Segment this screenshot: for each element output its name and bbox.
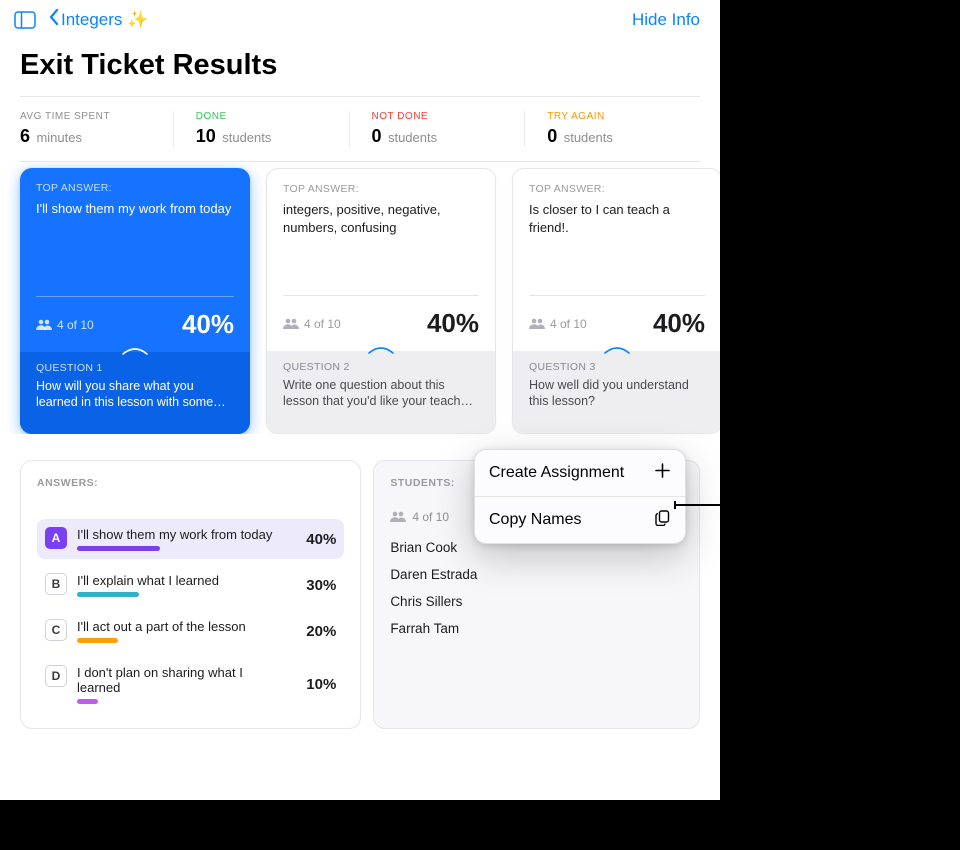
top-answer-text: I'll show them my work from today (36, 200, 234, 218)
answer-letter: C (45, 619, 67, 641)
people-icon (529, 318, 545, 329)
stat-unit: students (222, 130, 271, 145)
question-text: How will you share what you learned in t… (36, 378, 234, 411)
stat-value: 6 (20, 126, 30, 146)
answers-list: A I'll show them my work from today 40% … (37, 519, 344, 712)
stat-unit: students (388, 130, 437, 145)
answers-panel: ANSWERS: A I'll show them my work from t… (20, 460, 361, 729)
stat-item: AVG TIME SPENT 6 minutes (20, 111, 174, 147)
question-number: QUESTION 3 (529, 361, 705, 373)
answer-text: I'll show them my work from today (77, 527, 284, 542)
answer-bar (77, 546, 160, 551)
stat-value: 10 (196, 126, 216, 146)
answer-pct: 20% (294, 623, 336, 640)
stat-label: AVG TIME SPENT (20, 111, 151, 122)
top-answer-text: integers, positive, negative, numbers, c… (283, 201, 479, 236)
student-item[interactable]: Daren Estrada (390, 567, 683, 582)
chevron-up-icon (367, 345, 395, 355)
question-card[interactable]: TOP ANSWER: I'll show them my work from … (20, 168, 250, 434)
question-text: Write one question about this lesson tha… (283, 377, 479, 410)
students-list: Brian CookDaren EstradaChris SillersFarr… (390, 540, 683, 636)
answer-row[interactable]: D I don't plan on sharing what I learned… (37, 657, 344, 712)
back-label: Integers ✨ (61, 10, 148, 30)
student-item[interactable]: Chris Sillers (390, 594, 683, 609)
back-link[interactable]: Integers ✨ (48, 8, 148, 31)
menu-copy-names[interactable]: Copy Names (475, 496, 685, 543)
student-item[interactable]: Farrah Tam (390, 621, 683, 636)
answer-bar (77, 592, 139, 597)
top-answer-pct: 40% (653, 308, 705, 339)
top-answer-label: TOP ANSWER: (36, 182, 234, 194)
context-menu: Create Assignment Copy Names (474, 449, 686, 544)
top-answer-label: TOP ANSWER: (283, 183, 479, 195)
top-answer-pct: 40% (182, 309, 234, 340)
stats-row: AVG TIME SPENT 6 minutesDONE 10 students… (0, 97, 720, 161)
menu-label: Copy Names (489, 511, 581, 529)
answer-letter: D (45, 665, 67, 687)
answer-letter: B (45, 573, 67, 595)
people-icon (390, 511, 406, 522)
question-text: How well did you understand this lesson? (529, 377, 705, 410)
students-count: 4 of 10 (412, 510, 449, 524)
question-cards-row: TOP ANSWER: I'll show them my work from … (0, 162, 720, 434)
answer-bar (77, 638, 118, 643)
question-number: QUESTION 2 (283, 361, 479, 373)
stat-label: TRY AGAIN (547, 111, 678, 122)
sidebar-toggle-icon[interactable] (14, 11, 36, 29)
answers-heading: ANSWERS: (37, 477, 344, 489)
chevron-up-icon (121, 346, 149, 356)
plus-icon (654, 462, 671, 484)
callout-line (674, 504, 740, 506)
chevron-up-icon (603, 345, 631, 355)
stat-label: NOT DONE (372, 111, 503, 122)
chevron-left-icon (48, 8, 59, 31)
stat-item: NOT DONE 0 students (350, 111, 526, 147)
stat-value: 0 (372, 126, 382, 146)
response-count: 4 of 10 (550, 317, 587, 331)
question-number: QUESTION 1 (36, 362, 234, 374)
response-count: 4 of 10 (304, 317, 341, 331)
top-bar: Integers ✨ Hide Info (0, 0, 720, 35)
menu-label: Create Assignment (489, 464, 624, 482)
answer-text: I'll explain what I learned (77, 573, 284, 588)
answer-pct: 40% (294, 531, 336, 548)
top-answer-label: TOP ANSWER: (529, 183, 705, 195)
stat-item: DONE 10 students (174, 111, 350, 147)
people-icon (36, 319, 52, 330)
answer-row[interactable]: A I'll show them my work from today 40% (37, 519, 344, 559)
top-answer-pct: 40% (427, 308, 479, 339)
answer-pct: 30% (294, 577, 336, 594)
response-count: 4 of 10 (57, 318, 94, 332)
top-answer-text: Is closer to I can teach a friend!. (529, 201, 705, 236)
stat-item: TRY AGAIN 0 students (525, 111, 700, 147)
menu-create-assignment[interactable]: Create Assignment (475, 450, 685, 496)
hide-info-link[interactable]: Hide Info (632, 10, 706, 30)
answer-pct: 10% (294, 676, 336, 693)
answer-text: I don't plan on sharing what I learned (77, 665, 284, 695)
question-card[interactable]: TOP ANSWER: integers, positive, negative… (266, 168, 496, 434)
answer-letter: A (45, 527, 67, 549)
answer-text: I'll act out a part of the lesson (77, 619, 284, 634)
people-icon (283, 318, 299, 329)
answer-bar (77, 699, 98, 704)
answer-row[interactable]: C I'll act out a part of the lesson 20% (37, 611, 344, 651)
copy-icon (654, 509, 671, 531)
stat-unit: students (564, 130, 613, 145)
stat-label: DONE (196, 111, 327, 122)
stat-value: 0 (547, 126, 557, 146)
stat-unit: minutes (36, 130, 82, 145)
question-card[interactable]: TOP ANSWER: Is closer to I can teach a f… (512, 168, 720, 434)
page-title: Exit Ticket Results (0, 35, 720, 96)
answer-row[interactable]: B I'll explain what I learned 30% (37, 565, 344, 605)
